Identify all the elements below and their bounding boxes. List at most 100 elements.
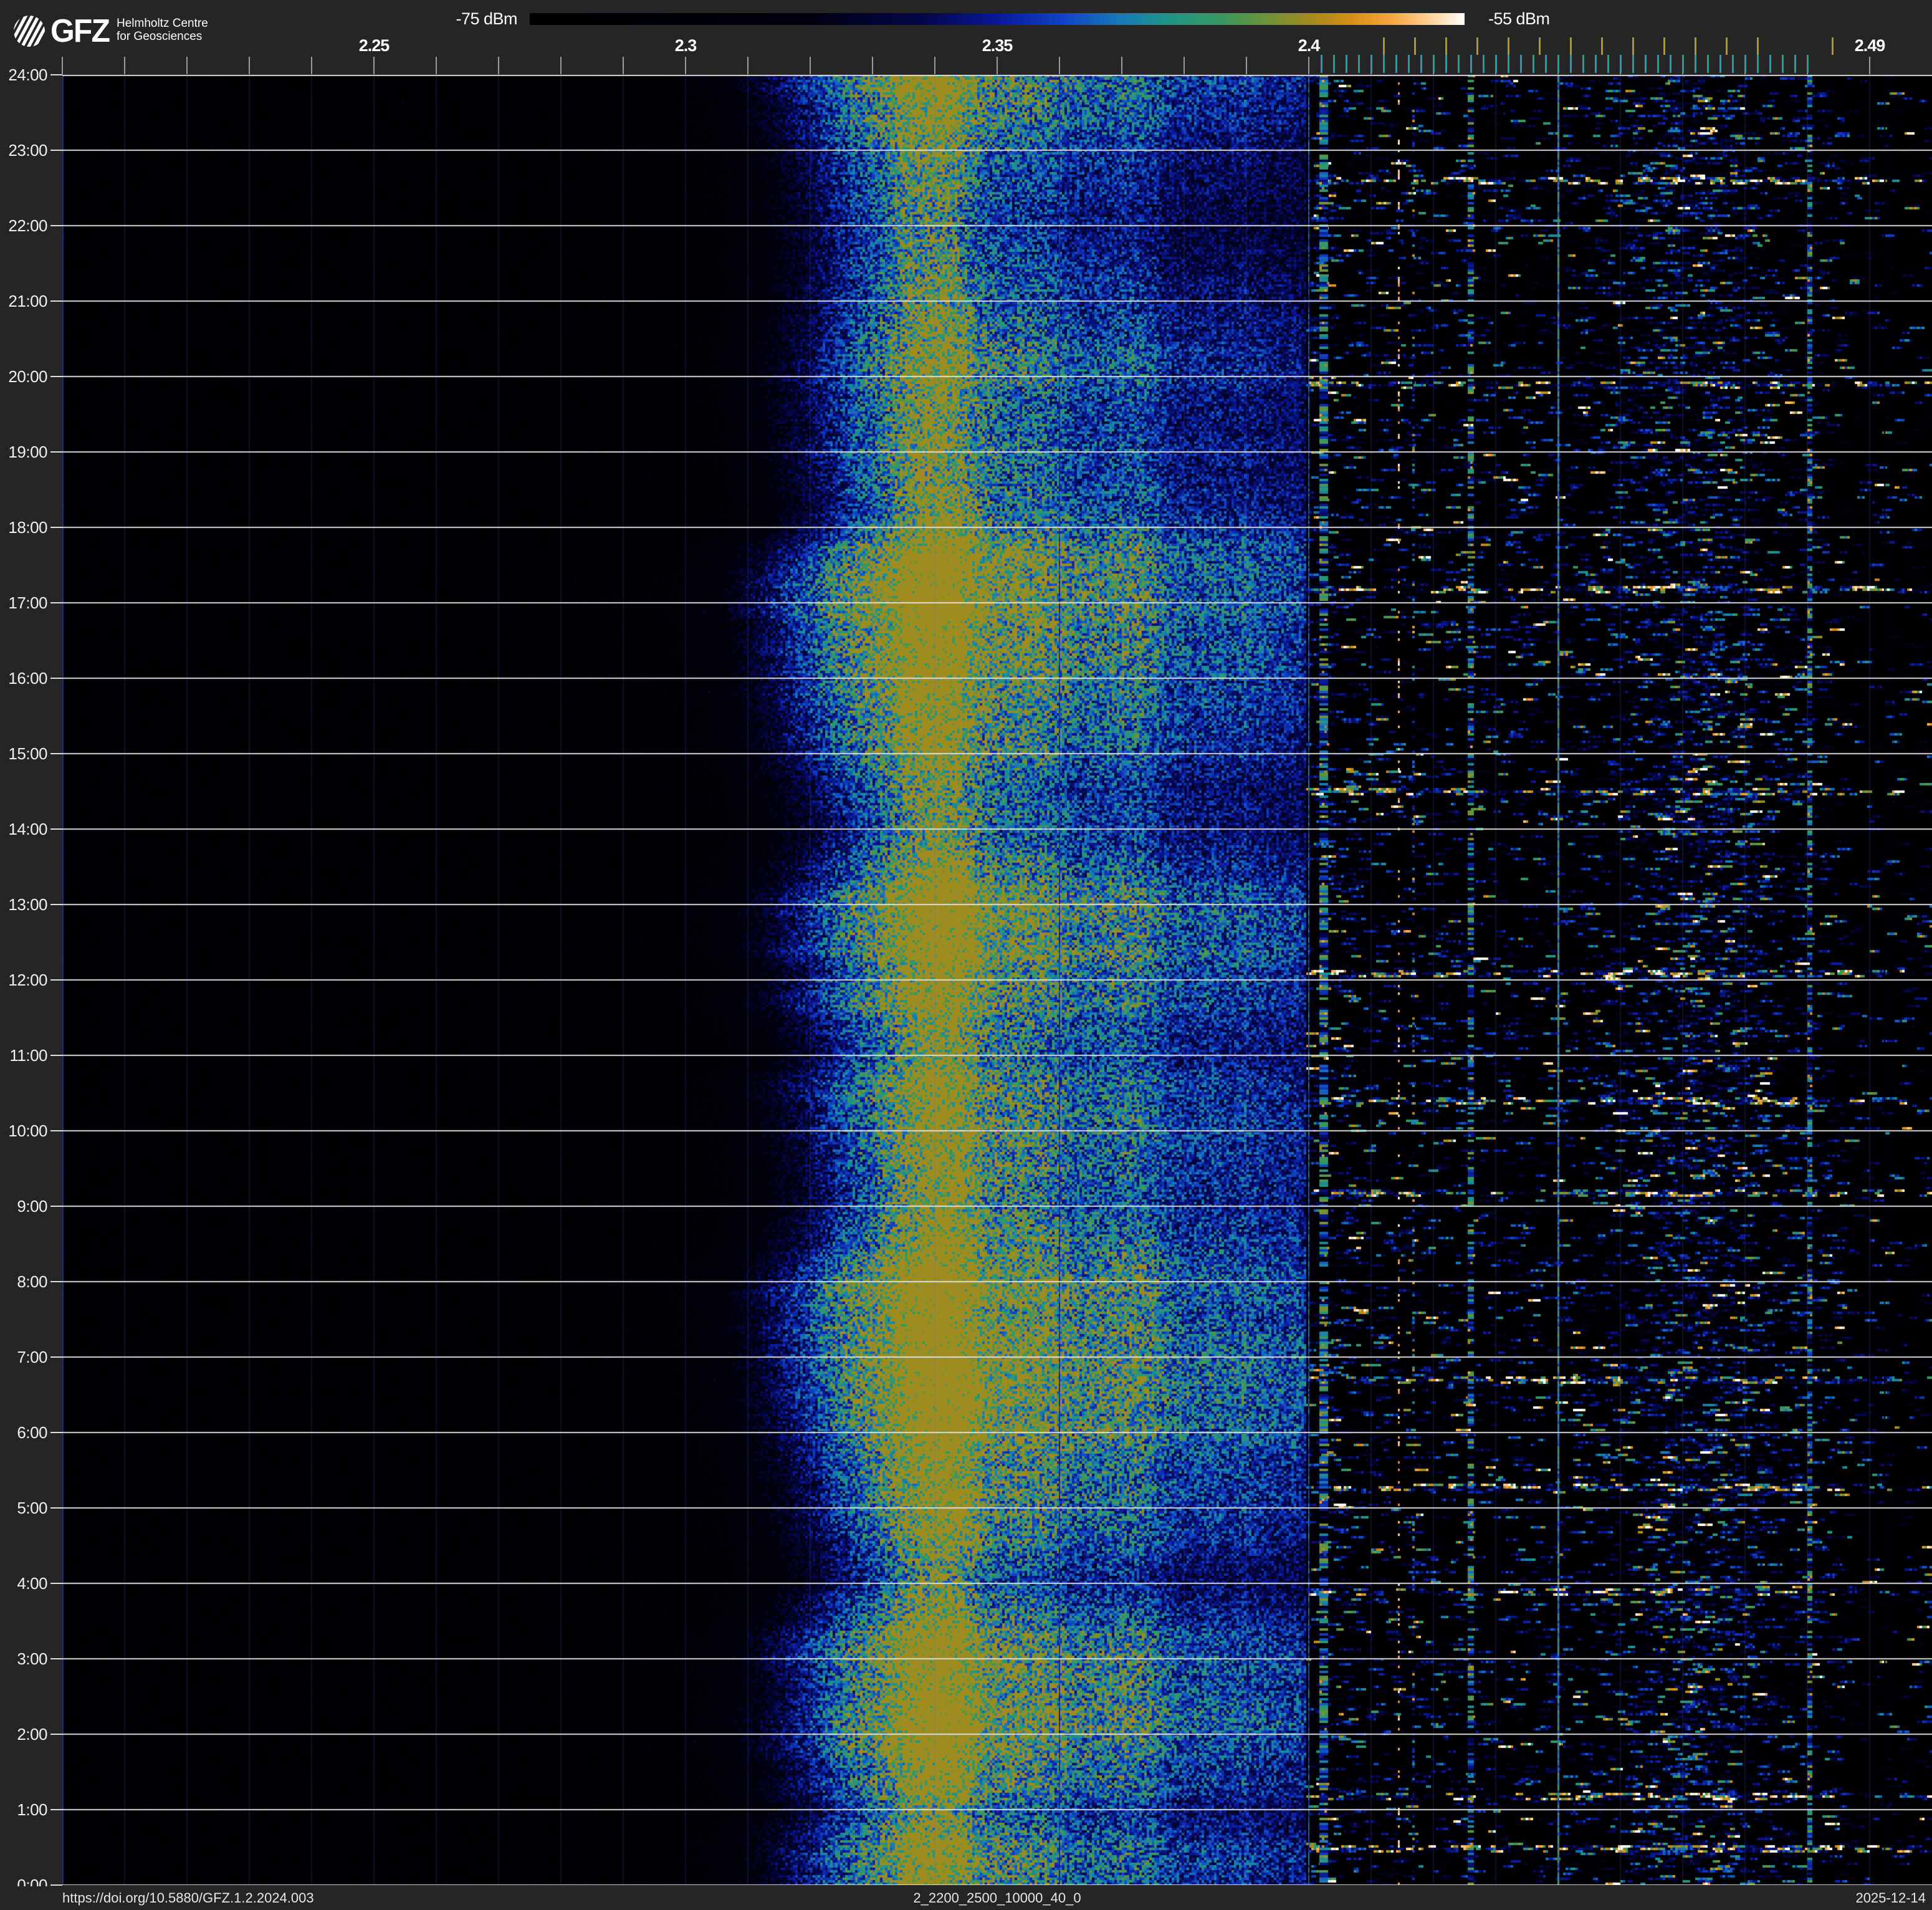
freq-minor-tick (498, 57, 499, 74)
time-tick (50, 1356, 62, 1358)
ble-channel-tick (1533, 55, 1534, 73)
station-label: 2_2200_2500_10000_40_0 (913, 1890, 1081, 1906)
freq-minor-tick (872, 57, 873, 74)
ble-channel-tick (1433, 55, 1435, 73)
time-tick (50, 1055, 62, 1056)
time-tick-label: 23:00 (8, 141, 47, 160)
ble-channel-tick (1582, 55, 1584, 73)
ble-channel-tick (1483, 55, 1485, 73)
ble-channel-tick (1794, 55, 1796, 73)
ble-channel-tick (1782, 55, 1784, 73)
freq-minor-tick (62, 57, 63, 74)
time-tick-label: 15:00 (8, 744, 47, 763)
wifi-channel-tick (1663, 37, 1665, 55)
wifi-channel-tick (1632, 37, 1634, 55)
time-tick-label: 9:00 (17, 1197, 47, 1216)
ble-channel-tick (1657, 55, 1659, 73)
wifi-channel-tick (1508, 37, 1509, 55)
time-tick-label: 1:00 (17, 1800, 47, 1819)
ble-channel-tick (1508, 55, 1509, 73)
freq-minor-tick (436, 57, 437, 74)
time-tick-label: 4:00 (17, 1574, 47, 1593)
time-tick-label: 2:00 (17, 1725, 47, 1744)
time-tick (50, 1658, 62, 1659)
ble-channel-tick (1744, 55, 1746, 73)
spectrogram-canvas (62, 75, 1932, 1885)
ble-channel-tick (1520, 55, 1522, 73)
time-tick (50, 1507, 62, 1509)
date-label: 2025-12-14 (1855, 1890, 1926, 1906)
wifi-channel-tick (1570, 37, 1572, 55)
time-tick-label: 21:00 (8, 292, 47, 310)
frequency-axis: 2.25 2.3 2.35 2.4 2.49 (0, 0, 1932, 75)
time-tick (50, 678, 62, 679)
freq-tick-label: 2.3 (674, 36, 697, 55)
freq-minor-tick (1059, 57, 1060, 74)
time-tick-label: 10:00 (8, 1121, 47, 1140)
time-tick-label: 7:00 (17, 1348, 47, 1366)
doi-link[interactable]: https://doi.org/10.5880/GFZ.1.2.2024.003 (62, 1890, 314, 1906)
freq-minor-tick (311, 57, 312, 74)
time-tick (50, 527, 62, 528)
time-tick (50, 1281, 62, 1282)
ble-channel-tick (1370, 55, 1372, 73)
freq-minor-tick (623, 57, 624, 74)
time-tick (50, 828, 62, 830)
time-tick (50, 602, 62, 603)
time-tick (50, 1734, 62, 1735)
freq-minor-tick (1246, 57, 1247, 74)
wifi-channel-tick (1539, 37, 1541, 55)
wifi-channel-tick (1695, 37, 1696, 55)
ble-channel-tick (1408, 55, 1410, 73)
time-tick (50, 1432, 62, 1433)
ble-channel-tick (1383, 55, 1385, 73)
ble-channel-tick (1670, 55, 1671, 73)
time-tick-label: 5:00 (17, 1499, 47, 1517)
ble-channel-tick (1333, 55, 1335, 73)
freq-minor-tick (249, 57, 250, 74)
time-tick (50, 150, 62, 151)
time-tick-label: 19:00 (8, 443, 47, 461)
freq-minor-tick (186, 57, 188, 74)
time-tick (50, 74, 62, 75)
time-tick-label: 18:00 (8, 518, 47, 537)
freq-tick-label: 2.35 (982, 36, 1013, 55)
freq-minor-tick (1121, 57, 1122, 74)
ble-channel-tick (1707, 55, 1709, 73)
ble-channel-tick (1595, 55, 1597, 73)
time-tick-label: 14:00 (8, 820, 47, 838)
time-tick-label: 20:00 (8, 367, 47, 386)
time-tick-label: 13:00 (8, 895, 47, 914)
wifi-channel-tick (1476, 37, 1478, 55)
time-tick (50, 300, 62, 302)
wifi-channel-tick (1414, 37, 1416, 55)
ble-channel-tick (1346, 55, 1347, 73)
freq-minor-tick (685, 57, 686, 74)
time-tick (50, 376, 62, 377)
freq-minor-tick (810, 57, 811, 74)
ble-channel-tick (1769, 55, 1771, 73)
freq-minor-tick (1308, 57, 1309, 74)
ble-channel-tick (1321, 55, 1322, 73)
ble-channel-tick (1807, 55, 1809, 73)
freq-minor-tick (1869, 57, 1870, 74)
ble-channel-tick (1570, 55, 1572, 73)
freq-tick-label: 2.49 (1854, 36, 1886, 55)
freq-minor-tick (373, 57, 375, 74)
time-tick (50, 1809, 62, 1810)
time-tick (50, 904, 62, 905)
wifi-channel-tick (1445, 37, 1447, 55)
ble-channel-tick (1470, 55, 1472, 73)
time-tick (50, 1583, 62, 1584)
time-tick (50, 753, 62, 754)
footer: https://doi.org/10.5880/GFZ.1.2.2024.003… (0, 1886, 1932, 1910)
time-tick-label: 24:00 (8, 65, 47, 84)
ble-channel-tick (1358, 55, 1360, 73)
time-tick-label: 16:00 (8, 669, 47, 688)
ble-channel-tick (1495, 55, 1497, 73)
time-tick-label: 12:00 (8, 971, 47, 989)
time-tick-label: 6:00 (17, 1423, 47, 1442)
ble-channel-tick (1632, 55, 1634, 73)
ble-channel-tick (1719, 55, 1721, 73)
time-tick (50, 1206, 62, 1207)
